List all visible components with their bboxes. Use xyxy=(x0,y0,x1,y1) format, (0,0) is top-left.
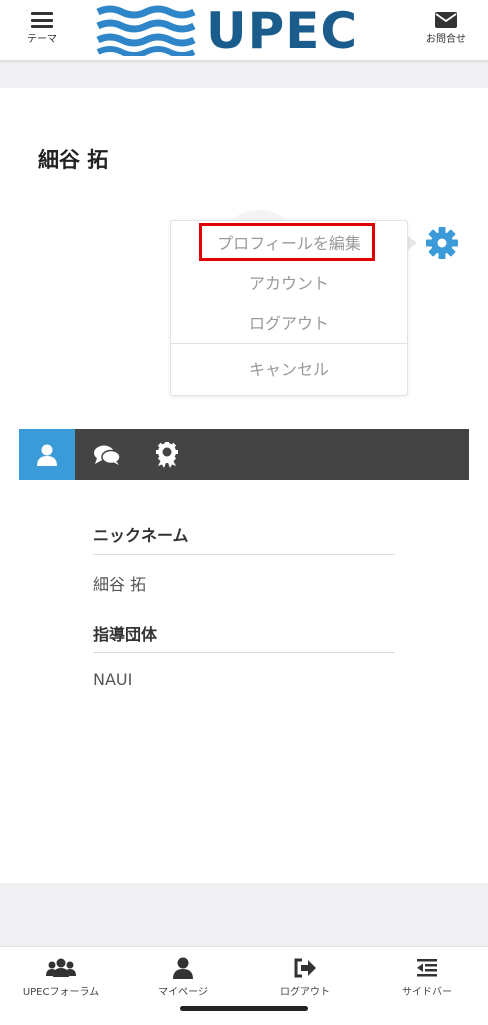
sidebar-icon xyxy=(417,959,437,977)
award-icon xyxy=(156,441,178,468)
profile-tab-bar xyxy=(19,429,469,480)
nav-mypage-label: マイページ xyxy=(158,987,208,998)
nav-forum[interactable]: UPECフォーラム xyxy=(0,953,122,1003)
settings-gear-button[interactable] xyxy=(424,225,460,261)
contact-button[interactable]: お問合せ xyxy=(416,6,476,56)
sign-out-icon xyxy=(294,958,316,978)
upec-logo[interactable]: UPEC xyxy=(96,2,386,60)
nav-mypage[interactable]: マイページ xyxy=(122,953,244,1003)
logout-menu-item[interactable]: ログアウト xyxy=(171,306,407,342)
highlight-box xyxy=(199,223,375,261)
nav-forum-label: UPECフォーラム xyxy=(22,987,100,998)
app-header: テーマ UPEC お問合せ xyxy=(0,0,488,60)
nickname-value: 細谷 拓 xyxy=(93,575,147,594)
nav-sidebar-label: サイドバー xyxy=(402,987,452,998)
organization-value: NAUI xyxy=(93,670,133,689)
wave-logo-icon xyxy=(96,5,196,58)
organization-divider xyxy=(93,652,395,653)
user-icon xyxy=(37,444,57,466)
logo-text: UPEC xyxy=(206,2,359,60)
tab-forum[interactable] xyxy=(79,429,135,480)
dropdown-divider xyxy=(171,343,407,344)
organization-label: 指導団体 xyxy=(93,625,158,644)
tab-profile[interactable] xyxy=(19,429,75,480)
home-indicator xyxy=(180,1006,308,1011)
profile-card: 細谷 拓 プロフィールを編集 アカウント ログアウト キャンセル ニックネーム … xyxy=(0,88,488,883)
users-icon xyxy=(46,958,76,977)
cancel-menu-item[interactable]: キャンセル xyxy=(171,352,407,388)
account-menu-item[interactable]: アカウント xyxy=(171,266,407,302)
nav-logout-label: ログアウト xyxy=(280,987,330,998)
nickname-label: ニックネーム xyxy=(93,526,189,545)
nickname-divider xyxy=(93,554,395,555)
hamburger-icon xyxy=(31,12,53,28)
tab-awards[interactable] xyxy=(139,429,195,480)
gear-icon xyxy=(426,227,458,259)
chat-bubbles-icon xyxy=(94,445,121,465)
theme-menu-button[interactable]: テーマ xyxy=(12,6,72,56)
nav-logout[interactable]: ログアウト xyxy=(244,953,366,1003)
contact-label: お問合せ xyxy=(426,34,466,45)
bottom-navigation: UPECフォーラム マイページ ログアウト サイドバー xyxy=(0,946,488,1025)
theme-menu-label: テーマ xyxy=(27,34,57,45)
user-icon xyxy=(173,957,193,979)
nav-sidebar[interactable]: サイドバー xyxy=(366,953,488,1003)
mail-icon xyxy=(435,12,457,28)
profile-name: 細谷 拓 xyxy=(38,148,109,172)
settings-dropdown-menu: プロフィールを編集 アカウント ログアウト キャンセル xyxy=(170,220,408,396)
